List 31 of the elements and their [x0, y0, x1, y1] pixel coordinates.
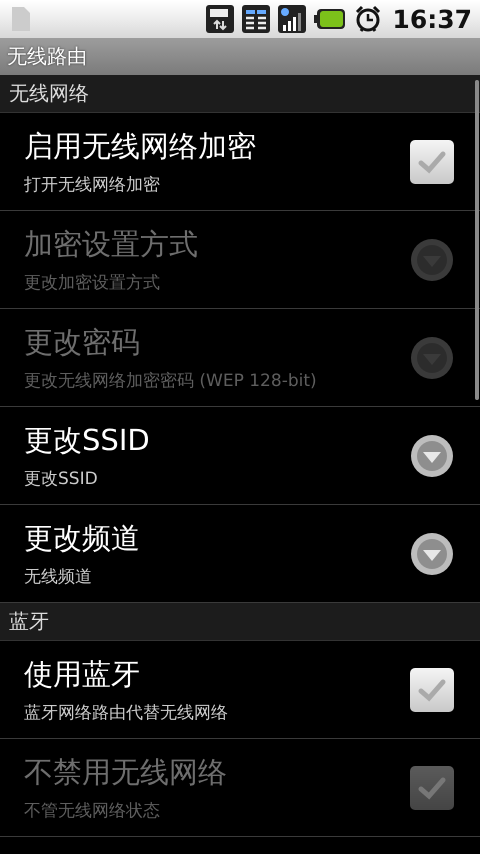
- preference-title: 更改密码: [24, 324, 141, 361]
- preference-summary: 打开无线网络加密: [24, 174, 161, 196]
- preference-title: 更改频道: [24, 520, 141, 557]
- preference-summary: 无线频道: [24, 566, 93, 588]
- check-mark-icon: [417, 774, 447, 800]
- preference-title: 更改SSID: [24, 422, 151, 459]
- preference-row[interactable]: 更改SSID 更改SSID: [0, 407, 480, 505]
- checkbox[interactable]: [410, 140, 454, 184]
- network-bars-icon: [242, 5, 270, 33]
- battery-icon: [314, 7, 346, 31]
- preference-summary: 更改SSID: [24, 468, 99, 490]
- preference-summary: 不管无线网络状态: [24, 800, 161, 822]
- data-3g-icon: [206, 5, 234, 33]
- check-mark-icon: [417, 148, 447, 174]
- preference-title: 启用无线网络加密: [24, 128, 257, 165]
- preference-summary: 更改无线网络加密密码 (WEP 128-bit): [24, 370, 318, 392]
- section-title: 无线网络: [9, 80, 89, 107]
- alarm-clock-icon: [354, 5, 382, 33]
- check-mark-icon: [417, 676, 447, 702]
- preference-row[interactable]: 使用蓝牙 蓝牙网络路由代替无线网络: [0, 641, 480, 739]
- checkbox[interactable]: [410, 668, 454, 712]
- window-title: 无线路由: [7, 43, 87, 70]
- preference-title: 加密设置方式: [24, 226, 199, 263]
- preference-summary: 蓝牙网络路由代替无线网络: [24, 702, 229, 724]
- preference-title: 使用蓝牙: [24, 656, 141, 693]
- section-title: 蓝牙: [9, 608, 49, 635]
- signal-icon: [278, 5, 306, 33]
- preference-summary: 更改加密设置方式: [24, 272, 161, 294]
- clock-time: 16:37: [392, 4, 472, 34]
- sd-card-icon: [10, 5, 32, 33]
- preference-title: 不禁用无线网络: [24, 754, 228, 791]
